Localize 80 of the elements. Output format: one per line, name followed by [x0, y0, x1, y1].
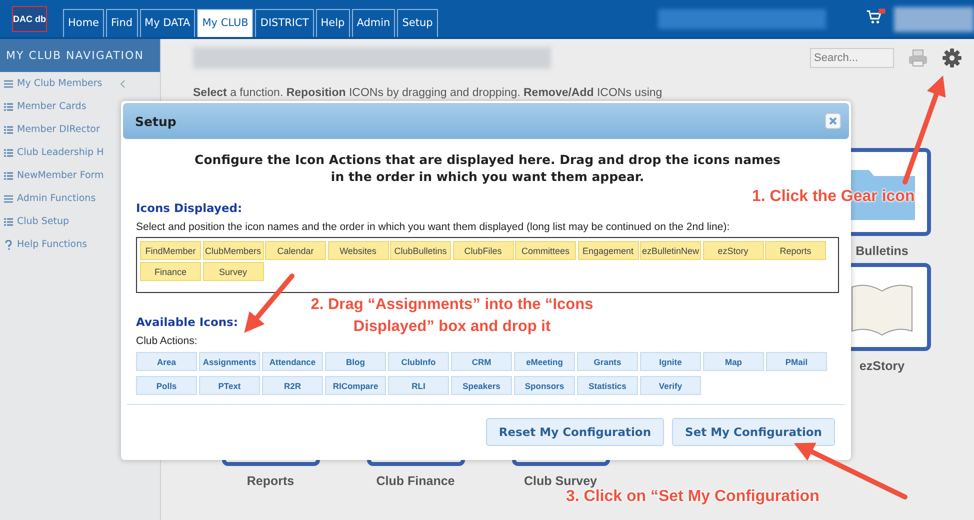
list-icon: [4, 102, 13, 110]
icon-chip[interactable]: ClubMembers: [202, 241, 264, 260]
icon-chip[interactable]: Calendar: [265, 241, 326, 260]
nav-tab[interactable]: Help: [316, 9, 350, 37]
search-field[interactable]: Search...: [810, 48, 894, 68]
icon-chip[interactable]: CRM: [451, 352, 512, 371]
config-button[interactable]: Reset My Configuration: [486, 418, 664, 446]
icon-chip[interactable]: Reports: [765, 241, 826, 260]
displayed-icons-box[interactable]: FindMember ClubMembers Calendar Websites ClubBulletins ClubFiles Committees Engagement ezBulletinNew ezStory Reports Finance Survey: [136, 237, 839, 293]
sidebar-item[interactable]: Admin Functions: [17, 193, 96, 204]
icon-chip[interactable]: Survey: [202, 262, 264, 281]
icon-chip[interactable]: Sponsors: [514, 376, 575, 395]
icon-chip[interactable]: ClubBulletins: [390, 241, 451, 260]
icon-chip[interactable]: Map: [703, 352, 764, 371]
tile-label[interactable]: Club Survey: [524, 474, 597, 488]
sidebar-item[interactable]: Member DIRector: [17, 124, 100, 135]
close-icon: [829, 117, 837, 125]
icon-chip[interactable]: R2R: [262, 376, 323, 395]
list-icon: [4, 126, 13, 134]
instruction-text: Select a function. Reposition ICONs by dragging and dropping. Remove/Add ICONs using: [193, 87, 664, 99]
section-title: Icons Displayed:: [136, 201, 242, 215]
icon-chip[interactable]: Verify: [640, 376, 701, 395]
config-button[interactable]: Set My Configuration: [672, 418, 835, 446]
list-icon: [4, 218, 13, 226]
icon-chip[interactable]: PMail: [766, 352, 827, 371]
sidebar-item[interactable]: Member Cards: [17, 101, 86, 112]
dialog-title: Setup: [135, 114, 176, 128]
icon-chip[interactable]: Engagement: [578, 241, 638, 260]
icon-chip[interactable]: ezStory: [702, 241, 764, 260]
menu-icon: [4, 194, 13, 202]
sidebar-item[interactable]: NewMember Form: [17, 170, 104, 181]
sidebar-item[interactable]: My Club Members: [17, 78, 102, 89]
list-icon: [4, 148, 13, 156]
nav-tab[interactable]: My DATA: [140, 9, 196, 37]
section-description: Select and position the icon names and the order in which you want them displayed (long list may be continued on the 2nd line):: [136, 221, 731, 233]
sidebar-title: MY CLUB NAVIGATION: [0, 39, 160, 72]
icon-chip[interactable]: FindMember: [140, 241, 201, 260]
icon-chip[interactable]: eMeeting: [514, 352, 575, 371]
sidebar-item[interactable]: Club Setup: [17, 216, 69, 227]
nav-tab[interactable]: Admin: [352, 9, 396, 37]
sidebar-item[interactable]: Club Leadership H: [17, 147, 104, 158]
settings-icon[interactable]: [942, 48, 962, 68]
icon-chip[interactable]: RICompare: [325, 376, 386, 395]
icon-chip[interactable]: Ignite: [640, 352, 701, 371]
annotation-text: 3. Click on “Set My Configuration: [566, 488, 820, 506]
annotation-text: 2. Drag “Assignments” into the “Icons Displayed” box and drop it: [310, 295, 594, 337]
icon-chip[interactable]: ClubFiles: [452, 241, 514, 260]
nav-tab[interactable]: My CLUB: [197, 9, 254, 37]
logo[interactable]: DAC db: [12, 6, 47, 32]
icon-chip[interactable]: ezBulletinNew: [640, 241, 701, 260]
icon-chip[interactable]: Websites: [328, 241, 388, 260]
icon-chip[interactable]: ClubInfo: [388, 352, 449, 371]
icon-chip[interactable]: Polls: [136, 376, 197, 395]
icon-chip[interactable]: Committees: [515, 241, 576, 260]
question-icon: [4, 240, 13, 250]
group-label: Club Actions:: [136, 335, 198, 347]
dialog-heading: Configure the Icon Actions that are displayed here. Drag and drop the icons names in the order in which you want them appear.: [194, 151, 782, 185]
tile-label[interactable]: Club Finance: [376, 474, 455, 488]
tile-label[interactable]: Bulletins: [856, 244, 908, 258]
close-button[interactable]: [825, 113, 841, 129]
nav-tab[interactable]: DISTRICT: [255, 9, 314, 37]
list-icon: [4, 172, 13, 180]
icon-chip[interactable]: Assignments: [199, 352, 260, 371]
sidebar-item[interactable]: Help Functions: [17, 239, 88, 250]
icon-chip[interactable]: RLI: [388, 376, 449, 395]
menu-icon: [4, 80, 13, 88]
icon-chip[interactable]: PText: [199, 376, 260, 395]
section-title: Available Icons:: [136, 315, 238, 329]
tile-label[interactable]: ezStory: [859, 359, 905, 373]
icon-chip[interactable]: Blog: [325, 352, 386, 371]
icon-chip[interactable]: Attendance: [262, 352, 323, 371]
nav-tab[interactable]: Setup: [397, 9, 438, 37]
icon-chip[interactable]: Area: [136, 352, 197, 371]
icon-chip[interactable]: Finance: [140, 262, 201, 281]
tile-label[interactable]: Reports: [246, 474, 294, 488]
nav-tab[interactable]: Find: [106, 9, 138, 37]
icon-chip[interactable]: Grants: [577, 352, 638, 371]
icon-chip[interactable]: Speakers: [451, 376, 512, 395]
icon-chip[interactable]: Statistics: [577, 376, 638, 395]
nav-tab[interactable]: Home: [63, 9, 104, 37]
